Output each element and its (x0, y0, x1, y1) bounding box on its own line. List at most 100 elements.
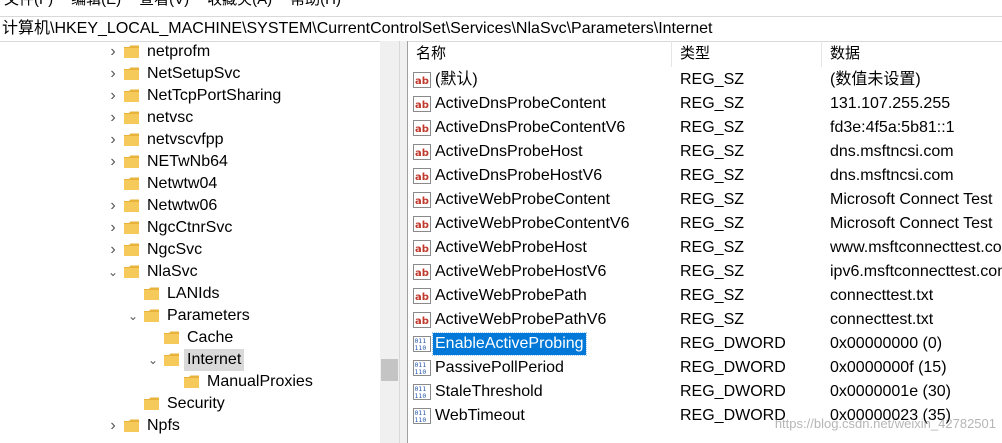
value-data: 0x00000000 (0) (830, 335, 943, 352)
address-bar[interactable]: 计算机\HKEY_LOCAL_MACHINE\SYSTEM\CurrentCon… (0, 16, 1002, 42)
value-row[interactable]: ab ActiveDnsProbeHostV6 REG_SZ dns.msftncsi… (408, 164, 1002, 188)
tree-item[interactable]: › NgcSvc (0, 239, 380, 261)
value-name: PassivePollPeriod (435, 359, 564, 376)
value-row[interactable]: ab ActiveWebProbePathV6 REG_SZ connecttest.… (408, 308, 1002, 332)
folder-icon (164, 331, 179, 344)
chevron-right-icon[interactable]: › (106, 41, 120, 63)
value-row[interactable]: ab ActiveWebProbePath REG_SZ connecttest.tx… (408, 284, 1002, 308)
tree-item[interactable]: › NetSetupSvc (0, 63, 380, 85)
tree-item-label: netprofm (147, 43, 211, 60)
tree-item-label: Cache (187, 329, 234, 346)
chevron-right-icon[interactable]: › (106, 129, 120, 151)
value-data: Microsoft Connect Test (830, 191, 993, 208)
watermark: https://blog.csdn.net/weixin_42782501 (774, 416, 996, 431)
value-name: EnableActiveProbing (432, 332, 587, 356)
value-data: 131.107.255.255 (830, 95, 951, 112)
registry-tree: › netprofm › NetSetupSvc › NetTcpPortSharing ›… (0, 41, 399, 443)
folder-icon (144, 309, 159, 322)
tree-item[interactable]: › NetTcpPortSharing (0, 85, 380, 107)
tree-item[interactable]: › NgcCtnrSvc (0, 217, 380, 239)
tree-item[interactable]: › netprofm (0, 41, 380, 63)
value-type: REG_SZ (680, 143, 745, 160)
chevron-right-icon[interactable]: › (106, 195, 120, 217)
menu-item[interactable]: 收藏夹(A) (207, 0, 272, 8)
tree-item[interactable]: ⌄ Internet (0, 349, 380, 371)
tree-item-label: NETwNb64 (147, 153, 228, 170)
value-type: REG_SZ (680, 263, 745, 280)
tree-item[interactable]: ManualProxies (0, 371, 380, 393)
column-header-type[interactable]: 类型 (672, 41, 822, 67)
tree-item[interactable]: Security (0, 393, 380, 415)
value-name: ActiveDnsProbeHost (435, 143, 583, 160)
menu-item[interactable]: 编辑(E) (71, 0, 121, 8)
value-row[interactable]: ab ActiveWebProbeHostV6 REG_SZ ipv6.msftcon… (408, 260, 1002, 284)
menu-item[interactable]: 文件(F) (4, 0, 53, 8)
value-row[interactable]: 011 110 StaleThreshold REG_DWORD 0x0000001e … (408, 380, 1002, 404)
chevron-down-icon[interactable]: ⌄ (146, 349, 160, 371)
folder-icon (124, 177, 139, 190)
tree-item[interactable]: Netwtw04 (0, 173, 380, 195)
value-row[interactable]: ab ActiveWebProbeHost REG_SZ www.msftconnec… (408, 236, 1002, 260)
value-data: connecttest.txt (830, 311, 934, 328)
tree-item-label: Security (167, 395, 225, 412)
chevron-right-icon[interactable]: › (106, 239, 120, 261)
folder-icon (124, 265, 139, 278)
value-row[interactable]: 011 110 PassivePollPeriod REG_DWORD 0x000000… (408, 356, 1002, 380)
tree-scrollbar-thumb[interactable] (381, 359, 398, 381)
value-row[interactable]: ab ActiveWebProbeContentV6 REG_SZ Microsoft… (408, 212, 1002, 236)
value-name: ActiveWebProbeHostV6 (435, 263, 607, 280)
string-value-icon: ab (413, 288, 431, 304)
tree-item-label: NgcCtnrSvc (147, 219, 233, 236)
chevron-down-icon[interactable]: ⌄ (126, 305, 140, 327)
svg-text:ab: ab (415, 196, 429, 207)
value-type: REG_SZ (680, 311, 745, 328)
column-header-data[interactable]: 数据 (822, 41, 1002, 67)
svg-text:110: 110 (415, 416, 427, 424)
value-type: REG_SZ (680, 95, 745, 112)
tree-item[interactable]: › Netwtw06 (0, 195, 380, 217)
folder-icon (124, 89, 139, 102)
chevron-down-icon[interactable]: ⌄ (106, 261, 120, 283)
tree-item[interactable]: › netvsc (0, 107, 380, 129)
value-name: StaleThreshold (435, 383, 543, 400)
svg-text:110: 110 (415, 344, 427, 352)
value-row[interactable]: ab ActiveDnsProbeContentV6 REG_SZ fd3e:4f5a… (408, 116, 1002, 140)
tree-item-label: NetTcpPortSharing (147, 87, 282, 104)
value-name: ActiveWebProbeHost (435, 239, 587, 256)
tree-item[interactable]: › Npfs (0, 415, 380, 437)
value-name: ActiveDnsProbeHostV6 (435, 167, 603, 184)
chevron-right-icon[interactable]: › (106, 415, 120, 437)
tree-item-label: Netwtw06 (147, 197, 218, 214)
tree-item-label: ManualProxies (207, 373, 313, 390)
folder-icon (144, 397, 159, 410)
chevron-right-icon[interactable]: › (106, 107, 120, 129)
value-row[interactable]: ab (默认) REG_SZ (数值未设置) (408, 68, 1002, 92)
string-value-icon: ab (413, 240, 431, 256)
value-row[interactable]: ab ActiveDnsProbeContent REG_SZ 131.107.255… (408, 92, 1002, 116)
pane-splitter[interactable] (399, 41, 408, 443)
svg-text:ab: ab (415, 100, 429, 111)
tree-item[interactable]: › NETwNb64 (0, 151, 380, 173)
chevron-right-icon[interactable]: › (106, 217, 120, 239)
tree-item[interactable]: ⌄ Parameters (0, 305, 380, 327)
value-data: fd3e:4f5a:5b81::1 (830, 119, 955, 136)
svg-text:ab: ab (415, 292, 429, 303)
tree-scrollbar[interactable] (380, 41, 399, 443)
menu-item[interactable]: 帮助(H) (290, 0, 341, 8)
string-value-icon: ab (413, 120, 431, 136)
column-header-name[interactable]: 名称 (408, 41, 672, 67)
value-row[interactable]: 011 110 EnableActiveProbing REG_DWORD 0x0000… (408, 332, 1002, 356)
menu-item[interactable]: 查看(V) (139, 0, 189, 8)
tree-item[interactable]: ⌄ NlaSvc (0, 261, 380, 283)
svg-text:ab: ab (415, 316, 429, 327)
value-row[interactable]: ab ActiveDnsProbeHost REG_SZ dns.msftncsi.c… (408, 140, 1002, 164)
tree-item[interactable]: LANIds (0, 283, 380, 305)
chevron-right-icon[interactable]: › (106, 85, 120, 107)
tree-item[interactable]: › netvscvfpp (0, 129, 380, 151)
chevron-right-icon[interactable]: › (106, 151, 120, 173)
value-row[interactable]: ab ActiveWebProbeContent REG_SZ Microsoft C… (408, 188, 1002, 212)
address-path[interactable]: 计算机\HKEY_LOCAL_MACHINE\SYSTEM\CurrentCon… (2, 19, 712, 39)
tree-item[interactable]: Cache (0, 327, 380, 349)
chevron-right-icon[interactable]: › (106, 63, 120, 85)
folder-icon (184, 375, 199, 388)
